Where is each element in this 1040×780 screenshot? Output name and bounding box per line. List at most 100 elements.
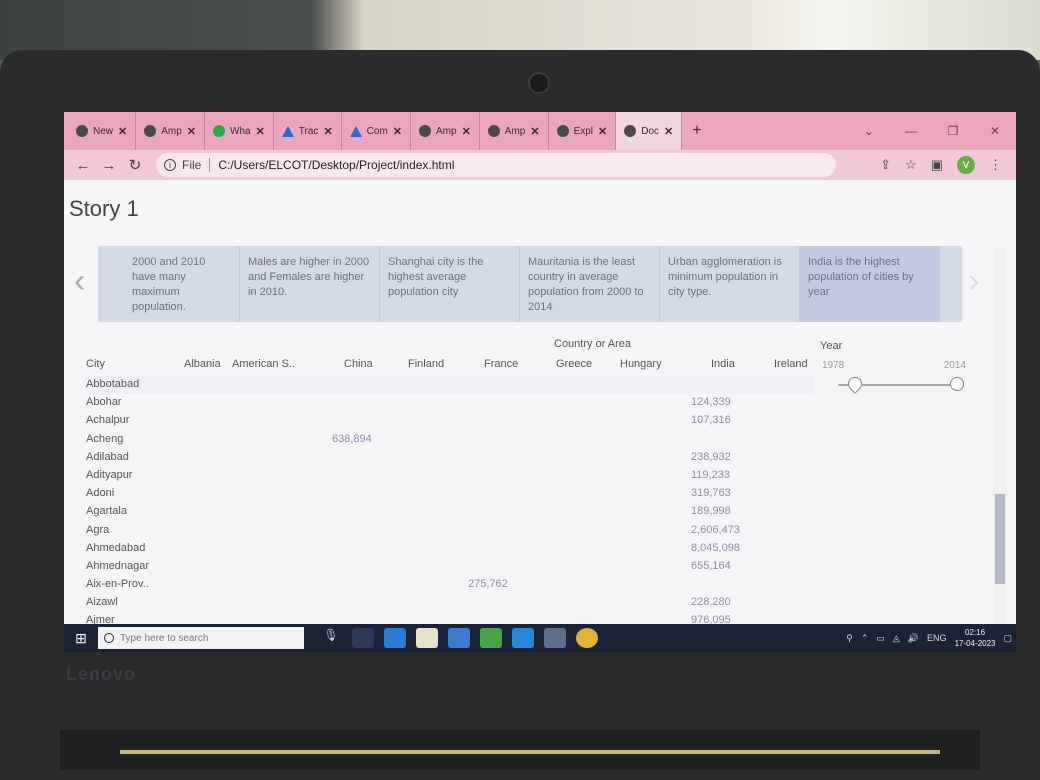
people-icon[interactable]: ⚲	[846, 633, 853, 644]
close-tab-icon[interactable]: ✕	[256, 125, 265, 138]
country-column-header[interactable]: Albania	[184, 358, 221, 370]
share-icon[interactable]: ⇪	[880, 157, 891, 173]
tab-label: Trac	[298, 125, 319, 137]
table-row[interactable]: Adityapur 119,233	[84, 467, 814, 485]
table-row[interactable]: Achalpur 107,316	[84, 412, 814, 430]
country-column-header[interactable]: Greece	[556, 358, 592, 370]
table-row[interactable]: Ahmednagar 655,164	[84, 558, 814, 576]
table-row[interactable]: Agartala 189,998	[84, 503, 814, 521]
browser-tab[interactable]: New ✕	[68, 112, 137, 150]
tray-arrow-icon[interactable]: ⌃	[861, 633, 869, 644]
browser-tab[interactable]: Amp ✕	[480, 112, 549, 150]
store-icon[interactable]	[448, 628, 470, 648]
country-column-header[interactable]: Finland	[408, 358, 444, 370]
story-point[interactable]: Mauritania is the least country in avera…	[520, 246, 660, 322]
city-cell: Adityapur	[86, 468, 133, 481]
wifi-icon[interactable]: ◬	[893, 633, 900, 644]
browser-tab[interactable]: Com ✕	[342, 112, 411, 150]
chrome-taskbar-icon[interactable]	[480, 628, 502, 648]
chevron-right-icon[interactable]: ›	[968, 262, 979, 301]
chevron-left-icon[interactable]: ‹	[74, 262, 85, 301]
notifications-icon[interactable]: ▢	[1003, 633, 1012, 644]
vscode-icon[interactable]	[512, 628, 534, 648]
clock[interactable]: 02:16 17-04-2023	[955, 627, 996, 649]
battery-icon[interactable]: ▭	[876, 633, 885, 644]
browser-tab[interactable]: Expl ✕	[549, 112, 617, 150]
menu-icon[interactable]: ⋮	[989, 157, 1002, 173]
story-title: Story 1	[69, 196, 139, 221]
profile-avatar[interactable]: V	[957, 156, 975, 174]
bookmark-star-icon[interactable]: ☆	[905, 157, 917, 173]
reload-icon[interactable]: ↻	[122, 156, 148, 174]
close-tab-icon[interactable]: ✕	[462, 125, 471, 138]
volume-icon[interactable]: 🔊	[908, 633, 919, 644]
tab-search-icon[interactable]: ⌄	[848, 124, 890, 138]
page-scrollbar[interactable]	[994, 248, 1006, 652]
close-window-button[interactable]: ✕	[974, 124, 1016, 138]
close-tab-icon[interactable]: ✕	[530, 125, 539, 138]
population-cell: 238,932	[691, 450, 731, 463]
table-row[interactable]: Ahmedabad 8,045,098	[84, 540, 814, 558]
taskbar-search-box[interactable]: Type here to search	[98, 627, 304, 649]
edge-icon[interactable]	[384, 628, 406, 648]
country-column-header[interactable]: American S..	[232, 358, 295, 370]
city-cell: Abbotabad	[86, 378, 140, 390]
browser-tab[interactable]: Trac ✕	[274, 112, 342, 150]
maximize-button[interactable]: ❐	[932, 124, 974, 138]
url-field[interactable]: i File C:/Users/ELCOT/Desktop/Project/in…	[156, 153, 836, 177]
browser-tab[interactable]: Amp ✕	[136, 112, 206, 150]
story-point[interactable]: Urban agglomeration is minimum populatio…	[660, 246, 800, 322]
forward-icon[interactable]: →	[96, 157, 122, 174]
new-tab-button[interactable]: +	[682, 122, 711, 140]
table-row[interactable]: Aizawl 228,280	[84, 594, 814, 612]
population-cell: 124,339	[691, 396, 731, 409]
language-indicator[interactable]: ENG	[927, 633, 947, 643]
web-icon	[419, 125, 431, 137]
city-cell: Agartala	[86, 505, 127, 518]
country-column-header[interactable]: Ireland	[774, 358, 808, 370]
country-column-header[interactable]: Hungary	[620, 358, 662, 370]
microphone-icon[interactable]: 🎙	[320, 628, 342, 648]
windows-start-icon[interactable]: ⊞	[64, 630, 98, 647]
table-row[interactable]: Abohar 124,339	[84, 394, 814, 412]
chrome-icon[interactable]	[576, 628, 598, 648]
side-panel-icon[interactable]: ▣	[931, 157, 943, 173]
story-points: 2000 and 2010 have many maximum populati…	[98, 246, 962, 322]
table-row[interactable]: Adilabad 238,932	[84, 449, 814, 467]
story-point[interactable]: Shanghai city is the highest average pop…	[380, 246, 520, 322]
browser-tab[interactable]: Doc ✕	[616, 112, 683, 150]
browser-tab[interactable]: Amp ✕	[411, 112, 480, 150]
mail-icon[interactable]	[544, 628, 566, 648]
country-column-header[interactable]: India	[711, 358, 735, 370]
population-cell: 8,045,098	[691, 541, 740, 554]
file-explorer-icon[interactable]	[416, 628, 438, 648]
table-row[interactable]: Abbotabad	[84, 376, 814, 395]
year-slider-start-handle[interactable]	[845, 374, 865, 394]
back-icon[interactable]: ←	[70, 157, 96, 174]
table-row[interactable]: Agra 2,606,473	[84, 522, 814, 540]
story-point[interactable]: India is the highest population of citie…	[800, 246, 940, 322]
story-point[interactable]: Males are higher in 2000 and Females are…	[240, 246, 380, 322]
search-placeholder: Type here to search	[120, 632, 209, 644]
info-icon[interactable]: i	[164, 159, 176, 171]
whatsapp-icon	[213, 125, 226, 137]
story-point[interactable]: 2000 and 2010 have many maximum populati…	[98, 246, 240, 322]
browser-tab[interactable]: Wha ✕	[205, 112, 274, 150]
close-tab-icon[interactable]: ✕	[393, 125, 402, 138]
tab-label: Doc	[641, 125, 660, 137]
year-slider-end-handle[interactable]	[950, 377, 964, 391]
scrollbar-thumb[interactable]	[995, 494, 1005, 584]
close-tab-icon[interactable]: ✕	[323, 125, 332, 138]
close-tab-icon[interactable]: ✕	[118, 125, 127, 138]
table-row[interactable]: Aix-en-Prov.. 275,762	[84, 576, 814, 594]
country-column-header[interactable]: France	[484, 358, 518, 370]
country-column-header[interactable]: China	[344, 358, 373, 370]
table-row[interactable]: Adoni 319,763	[84, 485, 814, 503]
close-tab-icon[interactable]: ✕	[598, 125, 607, 138]
close-tab-icon[interactable]: ✕	[664, 125, 673, 138]
table-row[interactable]: Acheng 638,894	[84, 431, 814, 449]
minimize-button[interactable]: —	[890, 124, 932, 138]
web-icon	[624, 125, 637, 137]
task-view-icon[interactable]	[352, 628, 374, 648]
close-tab-icon[interactable]: ✕	[187, 125, 196, 138]
